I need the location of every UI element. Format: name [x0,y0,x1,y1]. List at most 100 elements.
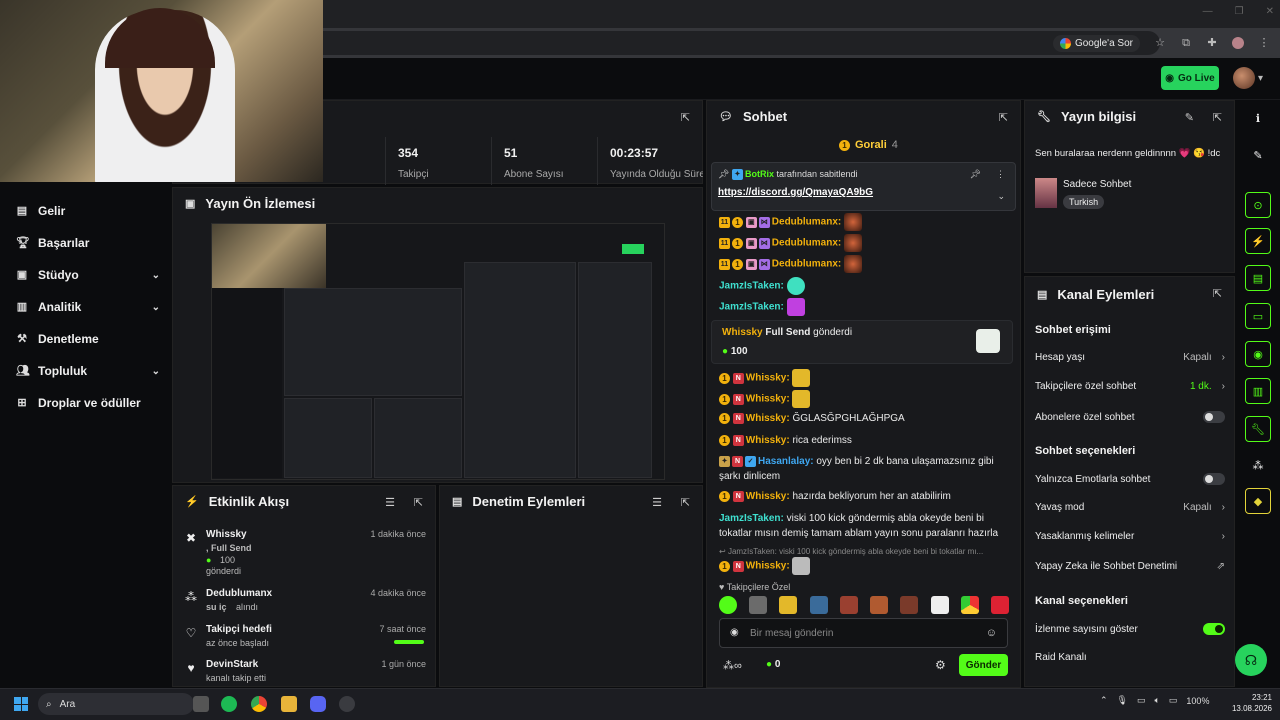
setting-subscribers-only[interactable]: Abonelere özel sohbet [1035,411,1225,423]
emote-icon[interactable] [930,596,949,614]
obs-icon[interactable] [339,696,355,712]
sidebar-item-droplar[interactable]: ⊞ Droplar ve ödüller [16,396,160,410]
chevron-down-icon[interactable]: ⌄ [997,191,1005,202]
clock[interactable]: 23:21 13.08.2026 [1226,692,1272,714]
chat-message[interactable]: 1 N Whissky: ĞGLASĞPGHLAĞHPGA [719,411,1009,426]
spotify-icon[interactable] [221,696,237,712]
send-button[interactable]: Gönder [959,654,1008,676]
subscribers-only-toggle[interactable] [1203,411,1225,423]
chat-message[interactable]: ✦ N ✓ Hasanlalay: oyy ben bi 2 dk bana ulaş… [719,454,1009,484]
chevron-down-icon[interactable]: ▾ [1258,73,1274,85]
network-icon[interactable]: ▭ [1137,695,1146,706]
window-controls[interactable]: — ❐ ✕ [1203,6,1274,17]
show-viewers-toggle[interactable] [1203,623,1225,635]
category-name[interactable]: Sadece Sohbet [1063,179,1131,190]
chat-username[interactable]: Whissky: [746,373,790,384]
profile-icon[interactable] [1232,37,1244,49]
filter-icon[interactable]: ☰ [385,496,395,509]
battery-icon[interactable]: ▭ [1169,695,1178,706]
chat-username[interactable]: Dedublumanx: [772,238,841,249]
setting-followers-only[interactable]: Takipçilere özel sohbet 1 dk. › [1035,381,1225,392]
windows-start-icon[interactable] [14,697,28,711]
chat-input[interactable]: ◉ Bir mesaj gönderin ☺ [719,618,1008,648]
close-icon[interactable]: ✕ [1266,6,1274,17]
emote-icon[interactable] [719,596,737,614]
layout-icon[interactable]: ▥ [1245,378,1271,404]
chat-username[interactable]: Whissky: [746,491,790,502]
emote-icon[interactable] [779,596,798,614]
broadcast-icon[interactable]: ◉ [1245,341,1271,367]
chat-username[interactable]: JamzIsTaken: [719,302,784,313]
chat-username[interactable]: Dedublumanx: [772,217,841,228]
emote-icon[interactable] [870,596,889,614]
setting-account-age[interactable]: Hesap yaşı Kapalı › [1035,352,1225,363]
gift-message-card[interactable]: Whissky Full Send gönderdi ● 100 [711,320,1013,364]
emote-icon[interactable] [960,596,979,614]
chat-message[interactable]: 11 1 ▣ ⋈ Dedublumanx: [719,255,1009,273]
chrome-icon[interactable] [251,696,267,712]
sidebar-item-gelir[interactable]: ▤ Gelir [16,204,160,218]
star-icon[interactable]: ☆ [1154,37,1166,49]
chat-message[interactable]: JamzIsTaken: [719,298,1009,316]
popout-icon[interactable]: ⇱ [1213,111,1222,124]
avatar[interactable] [1233,67,1255,89]
emote-icon[interactable] [990,596,1009,614]
chat-username[interactable]: JamzIsTaken: [719,513,784,524]
setting-raid[interactable]: Raid Kanalı [1035,652,1225,663]
task-view-icon[interactable] [193,696,209,712]
setting-slow-mode[interactable]: Yavaş mod Kapalı › [1035,502,1225,513]
sidebar-item-analitik[interactable]: ▥ Analitik ⌄ [16,300,160,314]
bolt-icon[interactable]: ⚡ [1245,228,1271,254]
menu-icon[interactable]: ⋮ [1258,37,1270,49]
emote-icon[interactable] [749,596,768,614]
chat-username[interactable]: Whissky: [746,561,790,572]
chat-username[interactable]: JamzIsTaken: [719,281,784,292]
chat-message[interactable]: 1 N Whissky: rica ederimss [719,433,1009,448]
pin-icon[interactable]: 📌︎ [970,169,981,180]
taskbar-search[interactable]: ⌕ Ara [38,693,194,715]
chat-icon[interactable]: ▭ [1245,303,1271,329]
chat-username[interactable]: Dedublumanx: [772,259,841,270]
chat-message[interactable]: 11 1 ▣ ⋈ Dedublumanx: [719,234,1009,252]
address-bar[interactable] [300,31,1160,55]
shield-icon[interactable]: ◆ [1245,488,1271,514]
mic-icon[interactable]: 🎙︎ [1117,695,1128,706]
points-display[interactable]: ● 0 [766,659,780,670]
sidebar-item-basarilar[interactable]: 🏆︎ Başarılar [16,236,160,250]
sidebar-item-topluluk[interactable]: 👥︎ Topluluk ⌄ [16,364,160,378]
setting-emote-only[interactable]: Yalnızca Emotlarla sohbet [1035,473,1225,485]
pinned-link[interactable]: https://discord.gg/QmayaQA9bG [718,187,873,198]
top-gifter-badge[interactable]: 1 Gorali 4 [839,139,898,151]
chat-message[interactable]: JamzIsTaken: [719,277,1009,295]
popout-icon[interactable]: ⇱ [681,496,690,509]
google-ask-button[interactable]: Google'a Sor [1052,34,1140,52]
edit-icon[interactable]: ✎ [1185,111,1194,124]
chat-message[interactable]: 1 N Whissky: [719,557,1009,575]
emote-icon[interactable] [809,596,828,614]
setting-banned-words[interactable]: Yasaklanmış kelimeler › [1035,531,1225,542]
setting-show-viewers[interactable]: İzlenme sayısını göster [1035,623,1225,635]
help-icon[interactable]: ☊ [1235,644,1267,676]
go-live-button[interactable]: ◉ Go Live [1161,66,1219,90]
popout-icon[interactable]: ⇱ [414,496,423,509]
drops-icon[interactable]: ⁂∞ [723,659,742,672]
extension-icon[interactable]: ⧉ [1180,37,1192,49]
pinned-message[interactable]: 📌︎ ✦ BotRix tarafından sabitlendi https:/… [711,162,1016,211]
volume-icon[interactable]: 🔈︎ [1155,695,1160,706]
folder-icon[interactable] [281,696,297,712]
chevron-up-icon[interactable]: ⌃ [1100,695,1108,706]
wrench-icon[interactable]: 🔧︎ [1245,416,1271,442]
popout-icon[interactable]: ⇱ [1213,287,1222,300]
minimize-icon[interactable]: — [1203,6,1213,17]
discord-icon[interactable] [310,696,326,712]
camera-icon[interactable]: ⊙ [1245,192,1271,218]
chat-message[interactable]: 11 1 ▣ ⋈ Dedublumanx: [719,213,1009,231]
drops-icon[interactable]: ⁂ [1245,452,1271,478]
document-icon[interactable]: ▤ [1245,265,1271,291]
stream-preview-video[interactable] [211,223,665,480]
chat-message[interactable]: 1 N Whissky: hazırda bekliyorum her an at… [719,489,1009,504]
setting-ai-moderation[interactable]: Yapay Zeka ile Sohbet Denetimi ⇗ [1035,561,1225,572]
settings-icon[interactable]: ⚙ [935,658,946,672]
more-icon[interactable]: ⋮ [996,169,1005,180]
emote-icon[interactable] [839,596,858,614]
